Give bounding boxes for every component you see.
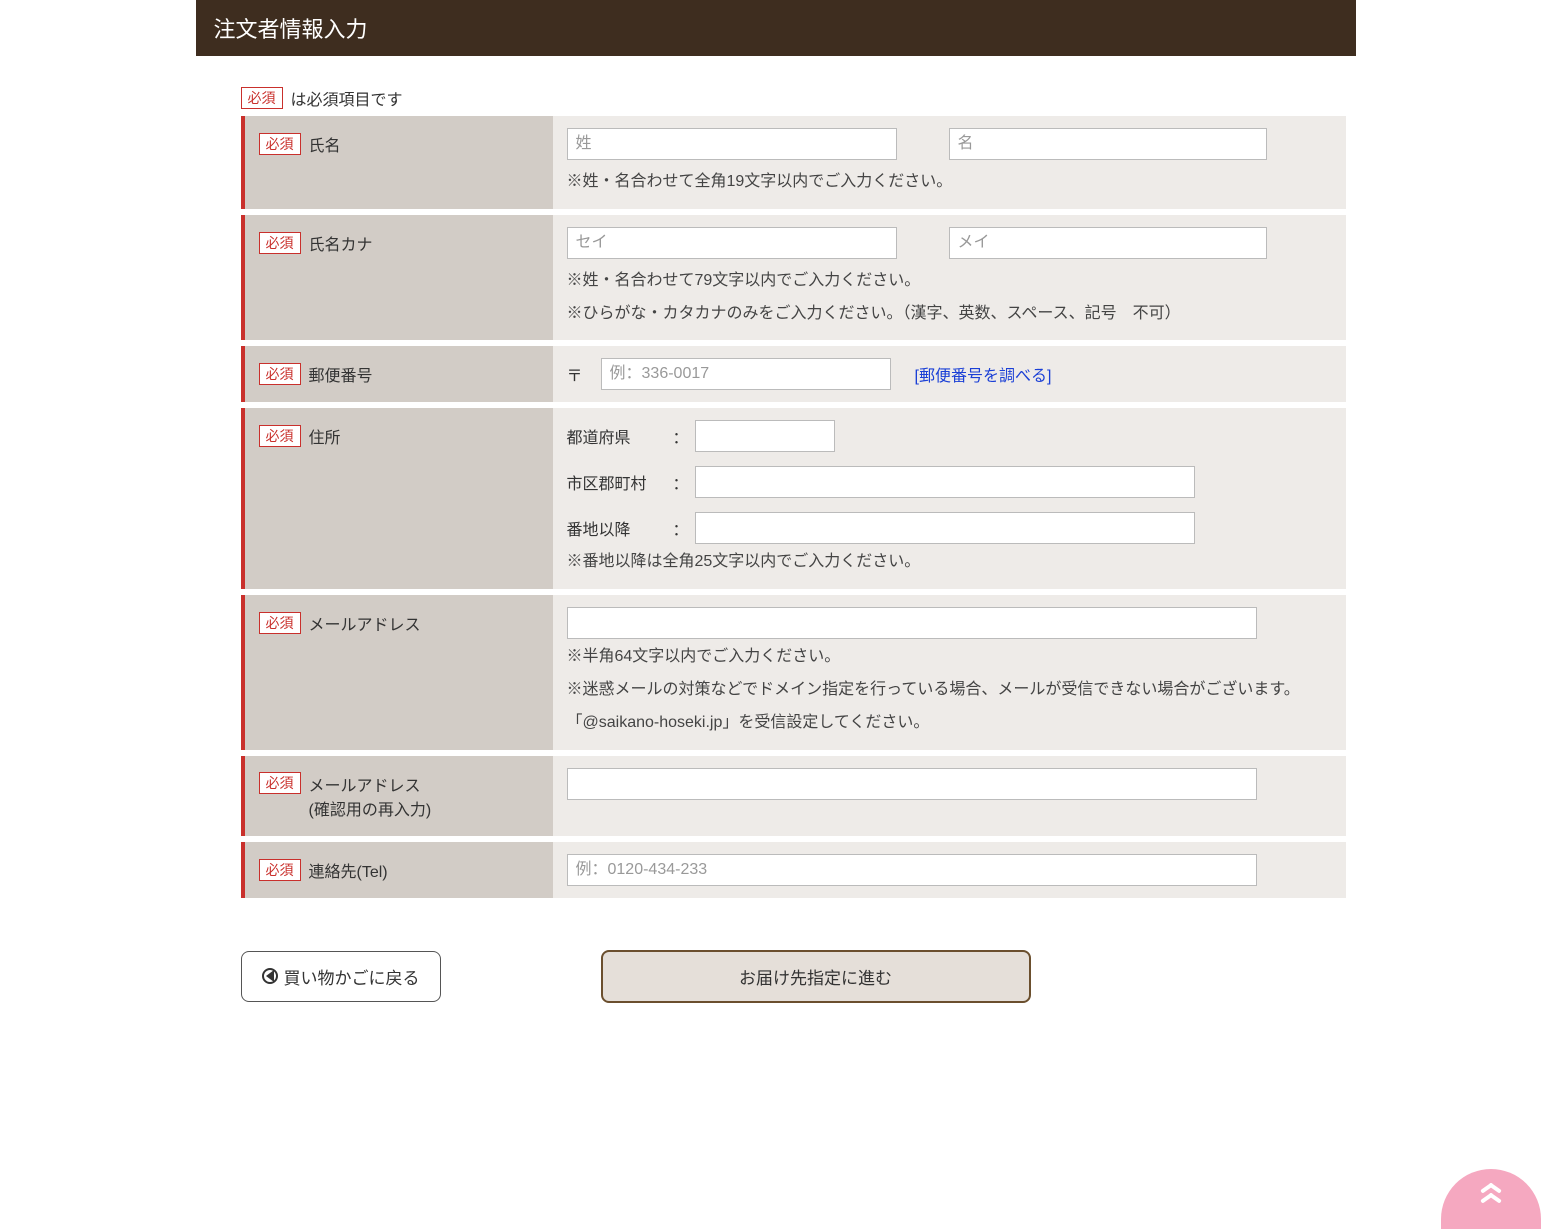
chevron-left-icon	[262, 968, 278, 984]
required-badge: 必須	[259, 425, 301, 447]
required-legend: 必須 は必須項目です	[196, 86, 1356, 110]
last-kana-input[interactable]	[567, 227, 897, 259]
required-badge: 必須	[241, 87, 283, 109]
field-label: 住所	[309, 424, 341, 448]
row-kana-label: 必須 氏名カナ	[243, 212, 553, 344]
first-kana-input[interactable]	[949, 227, 1267, 259]
field-label: 氏名カナ	[309, 231, 373, 255]
field-sublabel: (確認用の再入力)	[309, 802, 432, 819]
required-badge: 必須	[259, 232, 301, 254]
scroll-to-top-button[interactable]	[1441, 1169, 1541, 1229]
colon: ：	[673, 470, 685, 494]
back-button-label: 買い物かごに戻る	[284, 964, 420, 989]
required-badge: 必須	[259, 612, 301, 634]
email-confirm-input[interactable]	[567, 768, 1257, 800]
street-label: 番地以降	[567, 516, 663, 540]
row-name-label: 必須 氏名	[243, 116, 553, 212]
street-input[interactable]	[695, 512, 1195, 544]
row-address-label: 必須 住所	[243, 405, 553, 592]
address-note: ※番地以降は全角25文字以内でご入力ください。	[567, 548, 1332, 577]
email-note3: 「@saikano-hoseki.jp」を受信設定してください。	[567, 709, 1332, 738]
next-button-label: お届け先指定に進む	[739, 964, 892, 989]
prefecture-label: 都道府県	[567, 424, 663, 448]
section-header: 注文者情報入力	[196, 0, 1356, 56]
colon: ：	[673, 516, 685, 540]
required-badge: 必須	[259, 363, 301, 385]
city-input[interactable]	[695, 466, 1195, 498]
kana-note2: ※ひらがな・カタカナのみをご入力ください。（漢字、英数、スペース、記号 不可）	[567, 300, 1332, 329]
field-label: メールアドレス	[309, 778, 421, 795]
required-badge: 必須	[259, 133, 301, 155]
chevron-up-icon	[1480, 1183, 1502, 1203]
first-name-input[interactable]	[949, 128, 1267, 160]
prefecture-input[interactable]	[695, 420, 835, 452]
field-label: メールアドレス	[309, 611, 421, 635]
back-to-cart-button[interactable]: 買い物かごに戻る	[241, 951, 441, 1002]
tel-input[interactable]	[567, 854, 1257, 886]
email-note1: ※半角64文字以内でご入力ください。	[567, 643, 1332, 672]
row-email-label: 必須 メールアドレス	[243, 592, 553, 752]
kana-note1: ※姓・名合わせて79文字以内でご入力ください。	[567, 267, 1332, 296]
field-label: 連絡先(Tel)	[309, 858, 388, 882]
required-badge: 必須	[259, 772, 301, 794]
required-badge: 必須	[259, 859, 301, 881]
legend-text: は必須項目です	[291, 86, 403, 110]
zip-input[interactable]	[601, 358, 891, 390]
row-tel-label: 必須 連絡先(Tel)	[243, 839, 553, 901]
colon: ：	[673, 424, 685, 448]
postal-mark-icon: 〒	[567, 362, 583, 386]
email-note2: ※迷惑メールの対策などでドメイン指定を行っている場合、メールが受信できない場合が…	[567, 676, 1332, 705]
form-table: 必須 氏名 ※姓・名合わせて全角19文字以内でご入力ください。 必須	[241, 116, 1346, 904]
name-note: ※姓・名合わせて全角19文字以内でご入力ください。	[567, 168, 1332, 197]
field-label: 氏名	[309, 132, 341, 156]
field-label: 郵便番号	[309, 362, 373, 386]
email-input[interactable]	[567, 607, 1257, 639]
last-name-input[interactable]	[567, 128, 897, 160]
proceed-button[interactable]: お届け先指定に進む	[601, 950, 1031, 1003]
row-email-confirm-label: 必須 メールアドレス (確認用の再入力)	[243, 753, 553, 839]
zip-lookup-link[interactable]: [郵便番号を調べる]	[915, 362, 1052, 386]
city-label: 市区郡町村	[567, 470, 663, 494]
row-zip-label: 必須 郵便番号	[243, 343, 553, 405]
